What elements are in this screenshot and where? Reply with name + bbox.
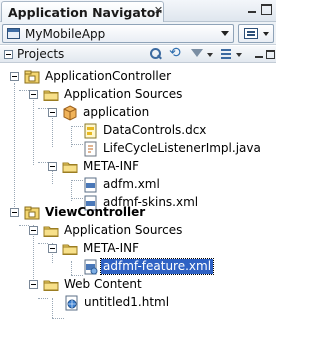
project-icon xyxy=(24,205,40,221)
tree-node-adfmf-feature-xml[interactable]: adfmf-feature.xml xyxy=(0,258,220,276)
package-icon xyxy=(62,105,78,121)
filter-icon[interactable] xyxy=(190,47,205,62)
tree-node-label: ViewController xyxy=(45,205,146,219)
data-control-file-icon xyxy=(83,123,99,139)
tree-node-label: Application Sources xyxy=(64,87,183,101)
tree-node-view-controller[interactable]: ViewController xyxy=(0,204,200,222)
filter-dropdown-icon[interactable] xyxy=(207,53,213,57)
tree-node-meta-inf[interactable]: META-INF xyxy=(0,158,200,176)
application-menu-icon xyxy=(244,28,258,39)
sort-dropdown-icon[interactable] xyxy=(236,53,242,57)
projects-title: Projects xyxy=(17,47,65,61)
application-icon xyxy=(7,28,20,39)
tree-node-label: META-INF xyxy=(83,159,140,173)
feature-file-icon xyxy=(83,259,99,275)
tree-node-label: untitled1.html xyxy=(84,295,170,309)
tree-node-label: adfm.xml xyxy=(103,177,160,191)
tree-node-label: ApplicationController xyxy=(45,69,172,83)
tree-node-untitled1-html[interactable]: untitled1.html xyxy=(0,294,200,312)
sort-icon[interactable] xyxy=(220,47,235,62)
search-icon[interactable] xyxy=(148,47,163,62)
chevron-down-icon xyxy=(263,32,269,36)
collapse-toggle[interactable] xyxy=(48,108,57,117)
projects-header: Projects xyxy=(0,45,276,63)
collapse-section-toggle[interactable] xyxy=(4,50,13,59)
application-dropdown[interactable]: MyMobileApp xyxy=(2,24,234,43)
tree-node-label: Application Sources xyxy=(64,223,183,237)
refresh-icon[interactable] xyxy=(168,45,183,62)
chevron-down-icon xyxy=(221,31,229,36)
tree-node-label: META-INF xyxy=(83,241,140,255)
folder-icon xyxy=(43,223,59,239)
folder-icon xyxy=(62,159,78,175)
folder-icon xyxy=(43,87,59,103)
collapse-toggle[interactable] xyxy=(10,208,19,217)
project-icon xyxy=(24,69,40,85)
collapse-toggle[interactable] xyxy=(29,226,38,235)
tree-node-adfm-xml[interactable]: adfm.xml xyxy=(0,176,200,194)
navigator-title-bar: Application Navigator ✕ xyxy=(0,0,276,22)
tree-node-web-content[interactable]: Web Content xyxy=(0,276,200,294)
tree-node-lifecycle-listener[interactable]: LifeCycleListenerImpl.java xyxy=(0,140,261,158)
tree-node-application-sources[interactable]: Application Sources xyxy=(0,86,220,104)
java-file-icon xyxy=(83,141,99,157)
tree-node-application-package[interactable]: application xyxy=(0,104,200,122)
tree-node-label: DataControls.dcx xyxy=(103,123,207,137)
project-tree: ApplicationController Application Source… xyxy=(0,64,276,364)
tree-node-application-controller[interactable]: ApplicationController xyxy=(0,68,200,86)
collapse-toggle[interactable] xyxy=(29,90,38,99)
maximize-icon[interactable] xyxy=(261,4,272,15)
html-file-icon xyxy=(64,295,80,311)
tree-node-label: LifeCycleListenerImpl.java xyxy=(103,141,261,155)
navigator-tab[interactable]: Application Navigator ✕ xyxy=(1,1,164,22)
maximize-icon[interactable] xyxy=(266,50,275,59)
tree-node-label: adfmf-feature.xml xyxy=(99,258,215,275)
tree-node-vc-meta-inf[interactable]: META-INF xyxy=(0,240,200,258)
minimize-icon[interactable] xyxy=(247,4,258,15)
close-icon[interactable]: ✕ xyxy=(152,4,165,18)
application-name: MyMobileApp xyxy=(25,27,106,41)
collapse-toggle[interactable] xyxy=(10,72,19,81)
application-menu-button[interactable] xyxy=(238,24,274,43)
minimize-icon[interactable] xyxy=(255,50,265,60)
tree-node-label: application xyxy=(83,105,150,119)
collapse-toggle[interactable] xyxy=(29,280,38,289)
folder-icon xyxy=(62,241,78,257)
collapse-toggle[interactable] xyxy=(48,244,57,253)
window-title: Application Navigator xyxy=(8,5,162,20)
tree-node-datacontrols[interactable]: DataControls.dcx xyxy=(0,122,220,140)
collapse-toggle[interactable] xyxy=(48,162,57,171)
tree-node-vc-application-sources[interactable]: Application Sources xyxy=(0,222,220,240)
tree-node-label: Web Content xyxy=(64,277,142,291)
xml-file-icon xyxy=(83,177,99,193)
app-toolbar: MyMobileApp xyxy=(0,22,276,45)
folder-icon xyxy=(43,277,59,293)
